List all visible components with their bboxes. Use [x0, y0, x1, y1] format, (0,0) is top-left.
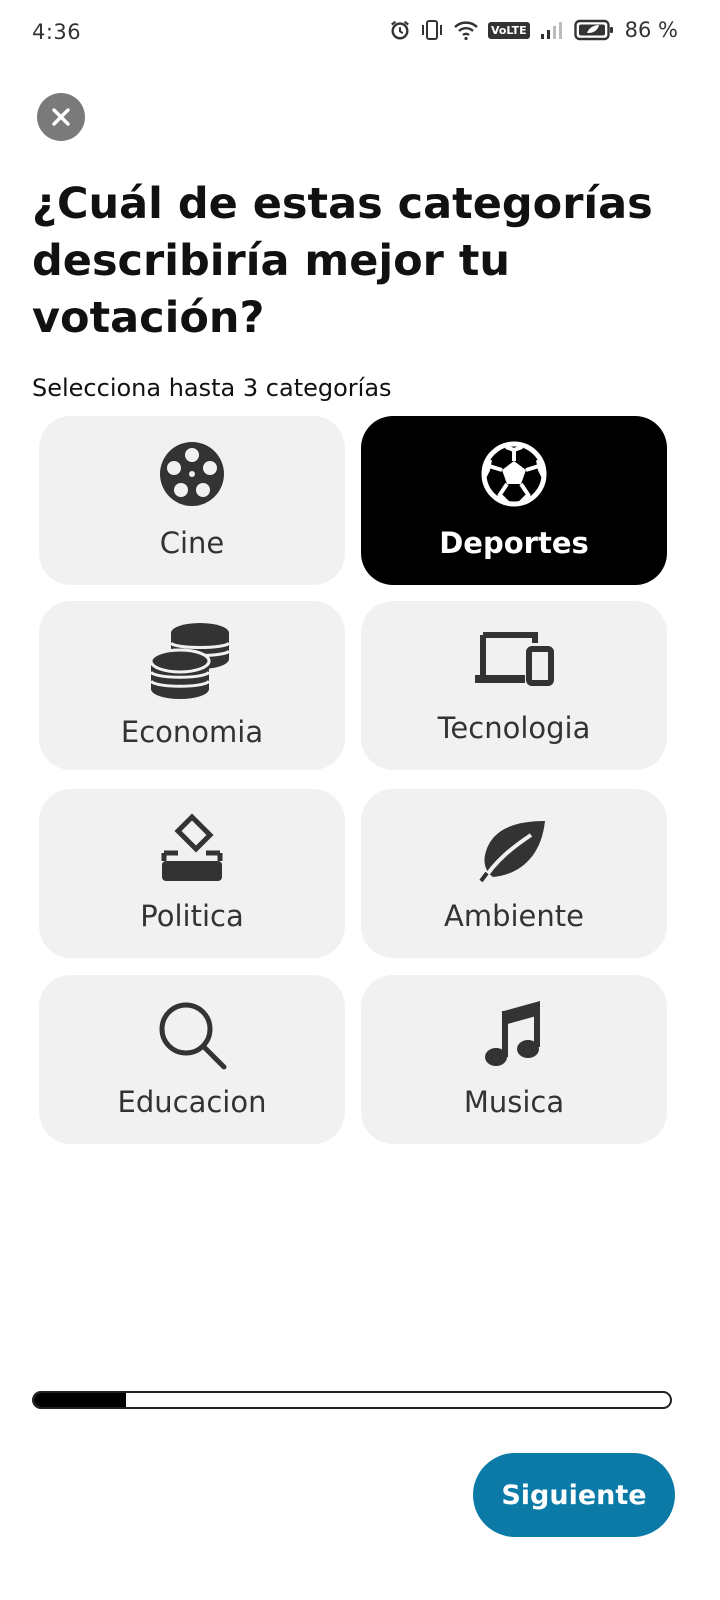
category-card-politica[interactable]: Politica	[39, 789, 345, 958]
devices-icon	[475, 632, 554, 686]
category-label: Deportes	[439, 526, 589, 560]
category-label: Ambiente	[444, 899, 584, 933]
progress-fill	[34, 1393, 127, 1407]
leaf-icon	[479, 821, 545, 883]
category-card-tecnologia[interactable]: Tecnologia	[361, 601, 667, 770]
battery-icon	[573, 19, 613, 41]
battery-percent: 86 %	[624, 18, 678, 42]
category-card-cine[interactable]: Cine	[39, 416, 345, 585]
category-card-educacion[interactable]: Educacion	[39, 975, 345, 1144]
category-card-ambiente[interactable]: Ambiente	[361, 789, 667, 958]
alarm-icon	[391, 20, 409, 40]
vibrate-icon	[421, 20, 442, 40]
progress-bar	[32, 1391, 672, 1409]
next-button[interactable]: Siguiente	[473, 1453, 675, 1537]
category-label: Politica	[140, 899, 244, 933]
category-label: Cine	[159, 526, 225, 560]
film-reel-icon	[160, 442, 224, 506]
category-label: Educacion	[117, 1085, 267, 1119]
category-card-economia[interactable]: Economia	[39, 601, 345, 770]
volte-badge: VoLTE	[487, 21, 530, 39]
status-icons: VoLTE 86 %	[389, 18, 678, 42]
music-note-icon	[485, 1001, 540, 1066]
search-icon	[159, 1002, 227, 1070]
status-time: 4:36	[32, 20, 82, 44]
category-label: Economia	[120, 715, 264, 749]
soccer-ball-icon	[481, 441, 547, 507]
signal-icon	[540, 22, 562, 39]
wifi-icon	[454, 21, 478, 41]
page-subtitle: Selecciona hasta 3 categorías	[32, 374, 392, 402]
coins-icon	[150, 623, 231, 699]
close-icon	[52, 108, 70, 126]
category-grid: Cine Deportes Economia Tecnologia Politi…	[39, 416, 667, 1144]
category-label: Tecnologia	[437, 711, 591, 745]
category-label: Musica	[463, 1085, 565, 1119]
category-card-musica[interactable]: Musica	[361, 975, 667, 1144]
ballot-box-icon	[161, 813, 223, 881]
close-button[interactable]	[37, 93, 85, 141]
page-title: ¿Cuál de estas categorías describiría me…	[32, 179, 653, 343]
category-card-deportes[interactable]: Deportes	[361, 416, 667, 585]
status-bar: 4:36 VoLTE 86 %	[0, 0, 720, 70]
